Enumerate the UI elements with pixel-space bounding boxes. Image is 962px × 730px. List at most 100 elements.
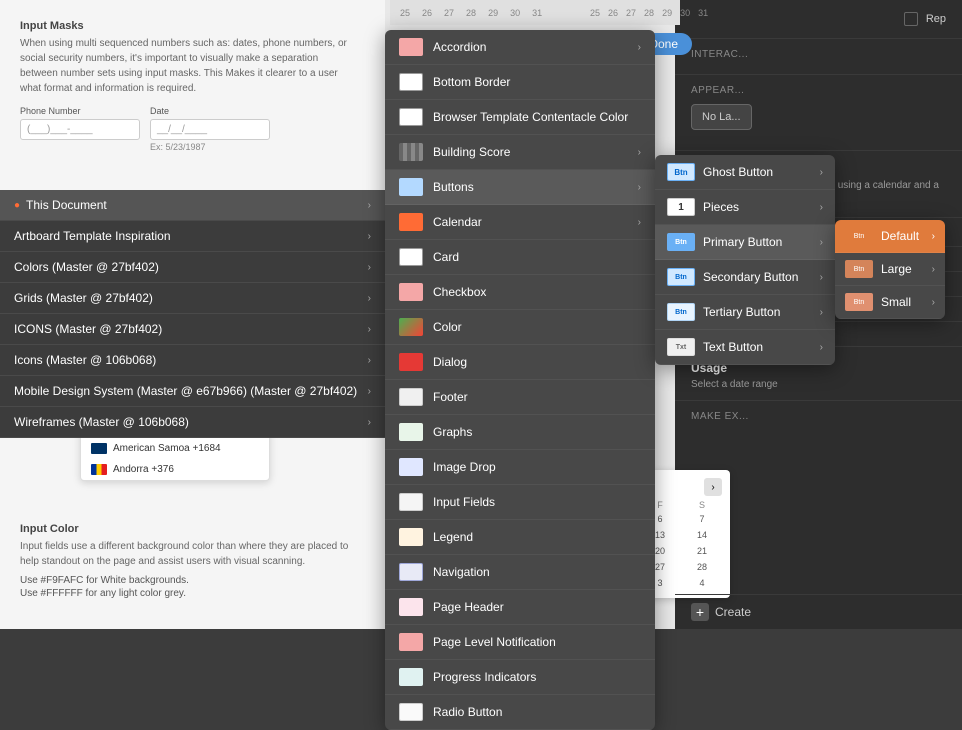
phone-group: Phone Number (___)___-____ bbox=[20, 106, 140, 152]
menu-label: Checkbox bbox=[433, 285, 486, 299]
rep-row: Rep bbox=[675, 0, 962, 39]
doc-item-colors[interactable]: Colors (Master @ 27bf402) › bbox=[0, 252, 385, 283]
chevron-right-icon: › bbox=[368, 293, 371, 304]
pieces-icon: 1 bbox=[667, 198, 695, 216]
menu-item-navigation[interactable]: Navigation bbox=[385, 555, 655, 590]
card-icon bbox=[399, 248, 423, 266]
menu-item-footer[interactable]: Footer bbox=[385, 380, 655, 415]
phone-input[interactable]: (___)___-____ bbox=[20, 119, 140, 140]
menu-item-accordion[interactable]: Accordion › bbox=[385, 30, 655, 65]
submenu-text-button[interactable]: Txt Text Button › bbox=[655, 330, 835, 365]
submenu-primary-button[interactable]: Btn Primary Button › bbox=[655, 225, 835, 260]
no-label-button[interactable]: No La... bbox=[691, 104, 752, 130]
submenu-label: Primary Button bbox=[703, 235, 782, 249]
main-menu: Accordion › Bottom Border Browser Templa… bbox=[385, 30, 655, 730]
graphs-icon bbox=[399, 423, 423, 441]
menu-item-bottom-border[interactable]: Bottom Border bbox=[385, 65, 655, 100]
buttons-icon bbox=[399, 178, 423, 196]
text-button-icon: Txt bbox=[667, 338, 695, 356]
bottom-border-icon bbox=[399, 73, 423, 91]
doc-item-this-document[interactable]: ● This Document › bbox=[0, 190, 385, 221]
menu-item-page-level[interactable]: Page Level Notification bbox=[385, 625, 655, 660]
plus-icon: + bbox=[691, 603, 709, 621]
chevron-right-icon: › bbox=[820, 272, 823, 283]
menu-item-legend[interactable]: Legend bbox=[385, 520, 655, 555]
left-bg-content: Input Masks When using multi sequenced n… bbox=[20, 20, 350, 162]
menu-label: Graphs bbox=[433, 425, 472, 439]
dialog-icon bbox=[399, 353, 423, 371]
size-label: Default bbox=[881, 229, 919, 243]
footer-icon bbox=[399, 388, 423, 406]
input-mask-row: Phone Number (___)___-____ Date __/__/__… bbox=[20, 106, 350, 152]
doc-item-wireframes[interactable]: Wireframes (Master @ 106b068) › bbox=[0, 407, 385, 438]
input-color-title: Input Color bbox=[20, 523, 350, 535]
chevron-right-icon: › bbox=[368, 324, 371, 335]
chevron-right-icon: › bbox=[368, 262, 371, 273]
menu-item-card[interactable]: Card bbox=[385, 240, 655, 275]
appear-label: APPEAR... bbox=[691, 85, 946, 96]
chevron-right-icon: › bbox=[820, 202, 823, 213]
chevron-right-icon: › bbox=[368, 417, 371, 428]
menu-label: Legend bbox=[433, 530, 473, 544]
menu-label: Card bbox=[433, 250, 459, 264]
size-menu: Btn Default › Btn Large › Btn Small › bbox=[835, 220, 945, 319]
building-score-icon bbox=[399, 143, 423, 161]
doc-item-artboard[interactable]: Artboard Template Inspiration › bbox=[0, 221, 385, 252]
menu-item-calendar[interactable]: Calendar › bbox=[385, 205, 655, 240]
menu-item-graphs[interactable]: Graphs bbox=[385, 415, 655, 450]
menu-item-dialog[interactable]: Dialog bbox=[385, 345, 655, 380]
doc-item-mobile[interactable]: Mobile Design System (Master @ e67b966) … bbox=[0, 376, 385, 407]
menu-item-browser-template[interactable]: Browser Template Contentacle Color bbox=[385, 100, 655, 135]
submenu-label: Secondary Button bbox=[703, 270, 798, 284]
menu-item-progress[interactable]: Progress Indicators bbox=[385, 660, 655, 695]
submenu-tertiary-button[interactable]: Btn Tertiary Button › bbox=[655, 295, 835, 330]
submenu-label: Tertiary Button bbox=[703, 305, 780, 319]
submenu-ghost-button[interactable]: Btn Ghost Button › bbox=[655, 155, 835, 190]
menu-label: Calendar bbox=[433, 215, 482, 229]
menu-label: Browser Template Contentacle Color bbox=[433, 110, 628, 124]
doc-item-grids[interactable]: Grids (Master @ 27bf402) › bbox=[0, 283, 385, 314]
radio-icon bbox=[399, 703, 423, 721]
menu-item-radio[interactable]: Radio Button bbox=[385, 695, 655, 730]
size-small[interactable]: Btn Small › bbox=[835, 286, 945, 319]
menu-item-color[interactable]: Color bbox=[385, 310, 655, 345]
navigation-icon bbox=[399, 563, 423, 581]
menu-item-image-drop[interactable]: Image Drop bbox=[385, 450, 655, 485]
checkbox-icon bbox=[399, 283, 423, 301]
chevron-right-icon: › bbox=[932, 297, 935, 308]
size-large[interactable]: Btn Large › bbox=[835, 253, 945, 286]
date-input[interactable]: __/__/____ bbox=[150, 119, 270, 140]
menu-item-page-header[interactable]: Page Header bbox=[385, 590, 655, 625]
doc-item-icons-master[interactable]: ICONS (Master @ 27bf402) › bbox=[0, 314, 385, 345]
size-label: Large bbox=[881, 262, 912, 276]
menu-label: Accordion bbox=[433, 40, 486, 54]
menu-item-input-fields[interactable]: Input Fields bbox=[385, 485, 655, 520]
input-masks-title: Input Masks bbox=[20, 20, 350, 32]
chevron-right-icon: › bbox=[368, 355, 371, 366]
submenu-label: Text Button bbox=[703, 340, 763, 354]
menu-item-buttons[interactable]: Buttons › bbox=[385, 170, 655, 205]
country-andorra[interactable]: Andorra +376 bbox=[81, 459, 269, 480]
doc-item-icons[interactable]: Icons (Master @ 106b068) › bbox=[0, 345, 385, 376]
size-default[interactable]: Btn Default › bbox=[835, 220, 945, 253]
create-button[interactable]: + Create bbox=[675, 594, 962, 629]
chevron-right-icon: › bbox=[820, 167, 823, 178]
usage-text-2: Select a date range bbox=[691, 379, 946, 390]
menu-label: Image Drop bbox=[433, 460, 496, 474]
submenu-pieces[interactable]: 1 Pieces › bbox=[655, 190, 835, 225]
submenu-label: Pieces bbox=[703, 200, 739, 214]
chevron-right-icon: › bbox=[932, 264, 935, 275]
country-american-samoa[interactable]: American Samoa +1684 bbox=[81, 438, 269, 459]
appearance-section: APPEAR... No La... bbox=[675, 75, 962, 151]
date-group: Date __/__/____ Ex: 5/23/1987 bbox=[150, 106, 270, 152]
doc-label: ICONS (Master @ 27bf402) bbox=[14, 322, 162, 336]
submenu-secondary-button[interactable]: Btn Secondary Button › bbox=[655, 260, 835, 295]
rep-checkbox[interactable] bbox=[904, 12, 918, 26]
menu-item-checkbox[interactable]: Checkbox bbox=[385, 275, 655, 310]
chevron-right-icon: › bbox=[638, 42, 641, 53]
hint1: Use #F9FAFC for White backgrounds. bbox=[20, 575, 350, 586]
menu-label: Page Header bbox=[433, 600, 504, 614]
menu-item-building-score[interactable]: Building Score › bbox=[385, 135, 655, 170]
chevron-right-icon: › bbox=[932, 231, 935, 242]
chevron-right-icon: › bbox=[820, 237, 823, 248]
